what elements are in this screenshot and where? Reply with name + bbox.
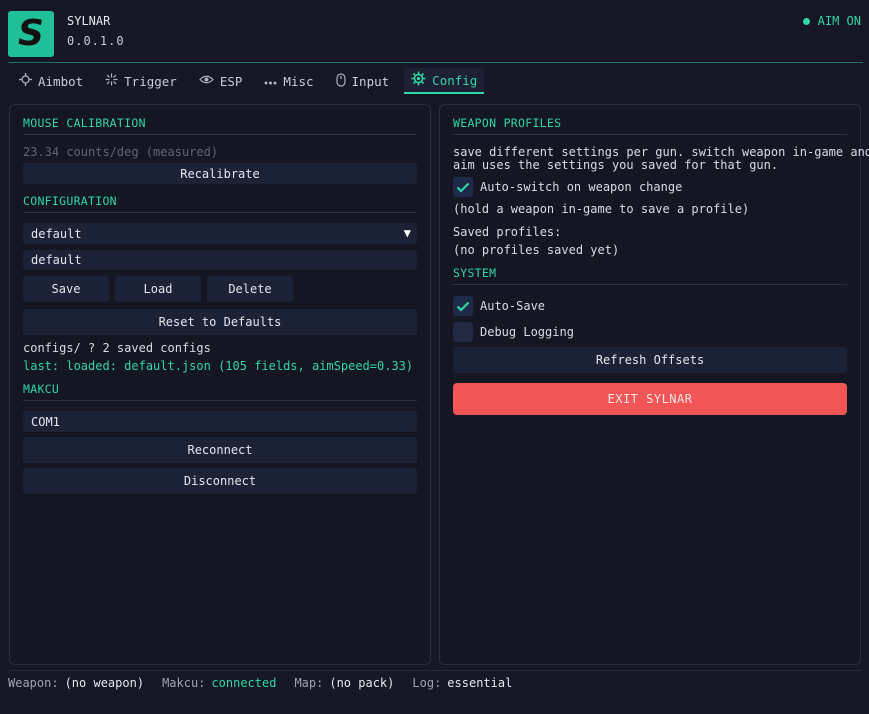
tab-label: Trigger (124, 73, 177, 89)
weapon-label: Weapon: (8, 676, 59, 690)
status-dot-icon (802, 17, 810, 25)
weapon-profiles-desc-1: save different settings per gun. switch … (453, 145, 869, 159)
makcu-title: MAKCU (23, 382, 60, 396)
checkmark-icon (456, 182, 470, 193)
log-value: essential (447, 676, 513, 690)
mouse-icon (335, 72, 346, 90)
section-divider (23, 134, 417, 135)
app-name: SYLNAR (67, 14, 111, 28)
auto-save-label: Auto-Save (480, 299, 546, 313)
calibration-measured: 23.34 counts/deg (measured) (23, 145, 219, 159)
aim-status: AIM ON (802, 14, 861, 28)
tab-trigger[interactable]: Trigger (98, 68, 184, 94)
makcu-value: connected (211, 676, 277, 690)
app-version: 0.0.1.0 (67, 34, 125, 48)
reset-defaults-button[interactable]: Reset to Defaults (23, 309, 417, 335)
tab-aimbot[interactable]: Aimbot (12, 68, 90, 94)
save-button[interactable]: Save (23, 276, 109, 302)
tab-label: ESP (219, 73, 243, 89)
tab-label: Input (351, 73, 390, 89)
system-title: SYSTEM (453, 266, 497, 280)
delete-button[interactable]: Delete (207, 276, 293, 302)
section-divider (453, 284, 847, 285)
auto-switch-checkbox[interactable] (453, 177, 473, 197)
configuration-title: CONFIGURATION (23, 194, 117, 208)
debug-logging-label: Debug Logging (480, 325, 574, 339)
refresh-offsets-button[interactable]: Refresh Offsets (453, 347, 847, 373)
tab-label: Config (432, 72, 478, 88)
gear-icon (411, 71, 426, 89)
recalibrate-button[interactable]: Recalibrate (23, 163, 417, 184)
tab-label: Aimbot (38, 73, 84, 89)
footer-divider (8, 670, 863, 671)
weapon-profile-hint: (hold a weapon in-game to save a profile… (453, 202, 750, 216)
section-divider (453, 134, 847, 135)
section-divider (23, 212, 417, 213)
checkmark-icon (456, 301, 470, 312)
weapon-profiles-title: WEAPON PROFILES (453, 116, 562, 130)
config-name-value: default (31, 253, 82, 267)
tab-label: Misc (283, 73, 314, 89)
tab-config[interactable]: Config (404, 68, 485, 94)
dropdown-arrow-icon: ▼ (403, 226, 411, 240)
eye-icon (198, 74, 214, 88)
tab-input[interactable]: Input (329, 68, 397, 94)
header-divider (8, 62, 863, 63)
saved-profiles-value: (no profiles saved yet) (453, 243, 620, 257)
reconnect-button[interactable]: Reconnect (23, 437, 417, 463)
aim-status-label: AIM ON (817, 14, 861, 28)
log-label: Log: (412, 676, 442, 690)
com-port-input[interactable]: COM1 (23, 411, 417, 432)
map-value: (no pack) (329, 676, 395, 690)
weapon-value: (no weapon) (64, 676, 145, 690)
auto-save-checkbox[interactable] (453, 296, 473, 316)
last-loaded-status: last: loaded: default.json (105 fields, … (23, 359, 414, 373)
status-bar: Weapon: (no weapon) Makcu: connected Map… (8, 676, 530, 690)
com-port-value: COM1 (31, 414, 60, 429)
tab-misc[interactable]: Misc (257, 68, 320, 94)
mouse-calibration-title: MOUSE CALIBRATION (23, 116, 146, 130)
tab-esp[interactable]: ESP (192, 68, 250, 94)
right-panel: WEAPON PROFILES save different settings … (439, 104, 869, 665)
saved-profiles-label: Saved profiles: (453, 225, 562, 239)
dots-icon (264, 75, 277, 88)
trigger-icon (105, 73, 118, 89)
config-select-value: default (31, 226, 82, 241)
logo-letter: S (18, 13, 44, 54)
exit-button[interactable]: EXIT SYLNAR (453, 383, 847, 415)
app-header: S SYLNAR 0.0.1.0 AIM ON (0, 0, 869, 62)
load-button[interactable]: Load (115, 276, 201, 302)
left-panel: MOUSE CALIBRATION 23.34 counts/deg (meas… (9, 104, 431, 665)
weapon-profiles-desc-2: aim uses the settings you saved for that… (453, 158, 779, 172)
crosshair-icon (19, 73, 32, 89)
configs-status: configs/ ? 2 saved configs (23, 341, 211, 355)
section-divider (23, 400, 417, 401)
auto-switch-label: Auto-switch on weapon change (480, 180, 683, 194)
config-name-input[interactable]: default (23, 250, 417, 270)
map-label: Map: (294, 676, 324, 690)
debug-logging-checkbox[interactable] (453, 322, 473, 342)
disconnect-button[interactable]: Disconnect (23, 468, 417, 494)
makcu-label: Makcu: (162, 676, 206, 690)
tab-bar: Aimbot Trigger ESP Misc Input Config (12, 68, 492, 94)
config-select[interactable]: default ▼ (23, 223, 417, 244)
app-logo: S (8, 11, 54, 57)
